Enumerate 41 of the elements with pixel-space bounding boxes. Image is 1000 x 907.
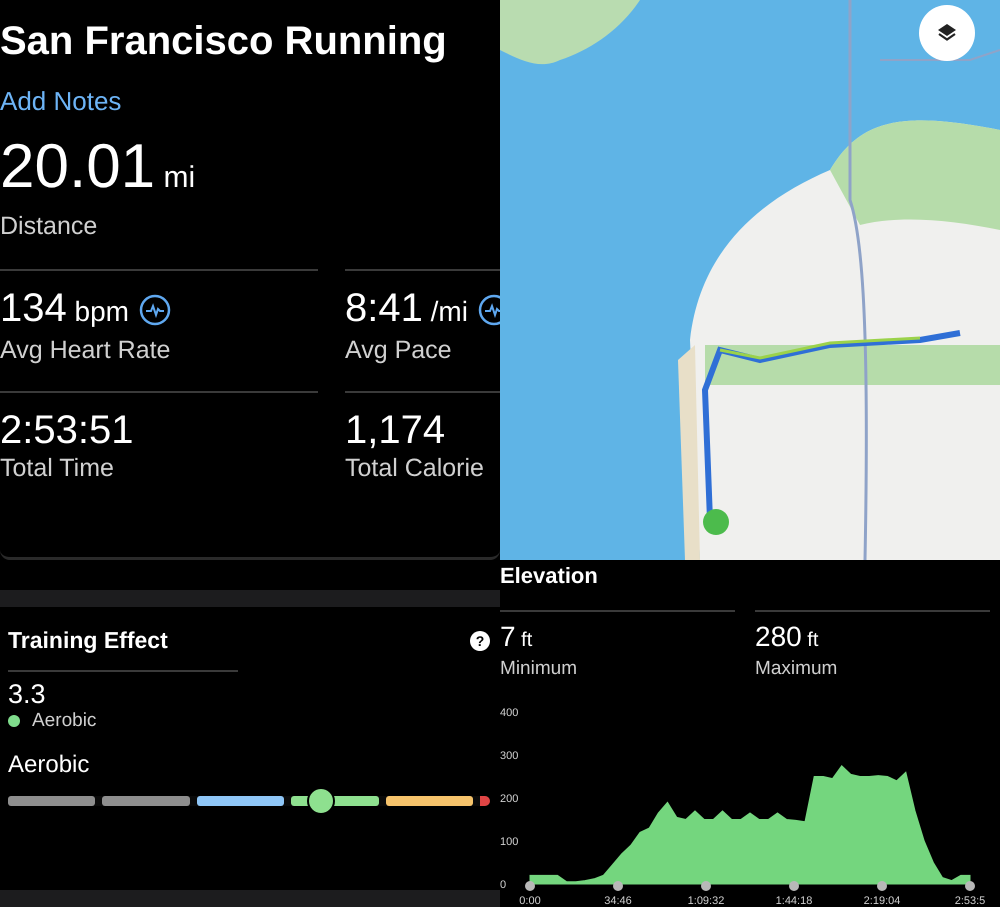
axis-dot	[877, 881, 888, 891]
axis-dot	[965, 881, 975, 891]
axis-dot	[613, 881, 623, 891]
training-effect-value: 3.3	[8, 678, 47, 710]
distance-value: 20.01 mi	[0, 134, 196, 203]
x-tick-label: 34:46	[604, 895, 632, 907]
add-notes-link[interactable]: Add Notes	[0, 86, 122, 116]
gauge-label: Aerobic	[8, 750, 90, 780]
axis-dot	[701, 881, 711, 891]
activity-title: San Francisco Running	[0, 18, 448, 64]
stat-value: 2:53:51	[0, 407, 134, 453]
legend-label: Aerobic	[32, 710, 96, 732]
elevation-label: Minimum	[500, 657, 578, 681]
y-tick-label: 200	[500, 793, 518, 805]
help-button[interactable]: ?	[470, 630, 490, 650]
x-tick-label: 0:00	[519, 895, 541, 907]
elevation-label: Maximum	[755, 657, 838, 681]
distance-label: Distance	[0, 211, 98, 241]
y-tick-label: 400	[500, 707, 518, 719]
pulse-icon[interactable]	[139, 294, 171, 326]
y-tick-label: 0	[500, 879, 506, 891]
x-tick-label: 1:44:18	[776, 895, 812, 907]
pulse-icon[interactable]	[478, 294, 500, 326]
section-title: Training Effect	[8, 627, 168, 654]
stat-label: Total Calorie	[345, 453, 485, 483]
axis-dot	[789, 881, 799, 891]
elevation-value: 7 ft	[500, 620, 534, 654]
y-tick-label: 300	[500, 750, 518, 762]
stat-value: 134 bpm	[0, 285, 129, 332]
chart-title: Elevation	[500, 562, 599, 590]
x-tick-label: 2:53:5	[954, 895, 986, 907]
stat-label: Total Time	[0, 453, 115, 483]
stat-value: 8:41 /mi	[345, 285, 468, 332]
stat-label: Avg Pace	[345, 335, 453, 365]
y-tick-label: 100	[500, 836, 518, 848]
stat-label: Avg Heart Rate	[0, 335, 172, 365]
elevation-value: 280 ft	[755, 620, 820, 654]
x-tick-label: 1:09:32	[688, 895, 724, 907]
stat-value: 1,174	[345, 407, 446, 453]
x-tick-label: 2:19:04	[864, 895, 900, 907]
axis-dot	[525, 881, 535, 891]
